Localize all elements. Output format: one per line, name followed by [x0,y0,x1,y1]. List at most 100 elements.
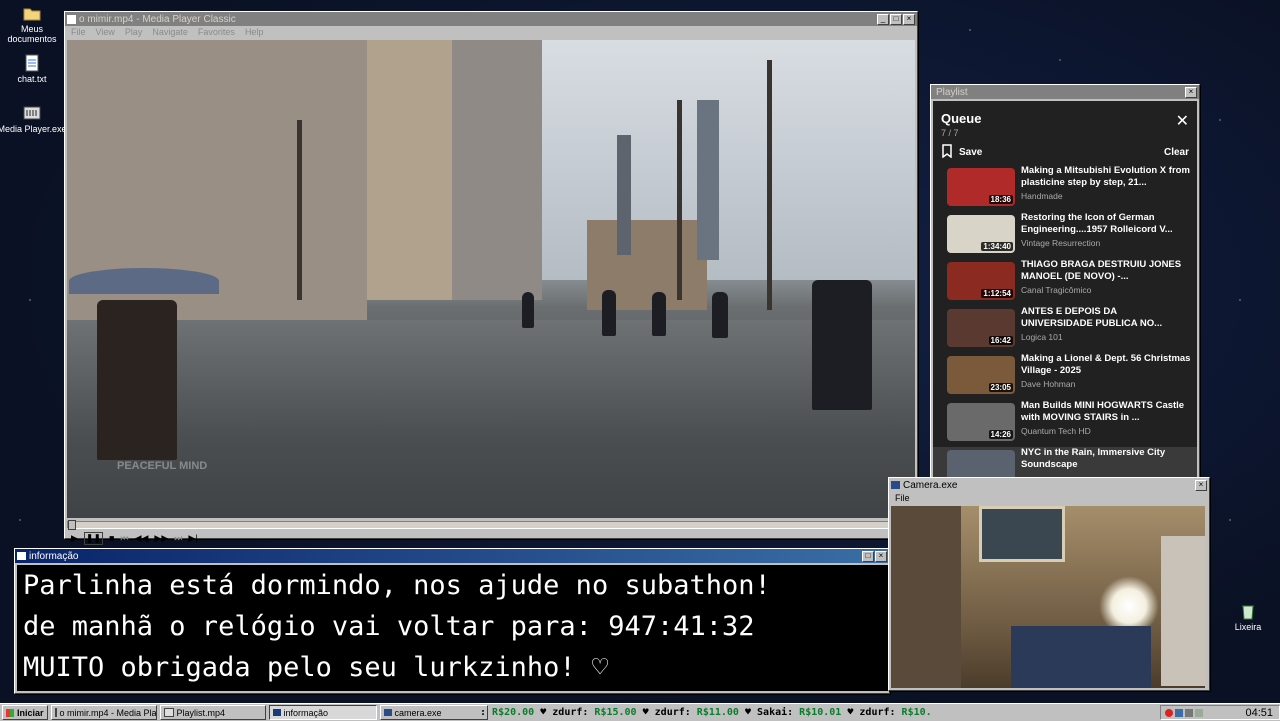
desktop-icon-label: chat.txt [17,74,47,84]
camera-app-icon [891,481,900,489]
taskbar-task-active[interactable]: informação [268,705,377,720]
menu-favorites[interactable]: Favorites [198,27,235,37]
tray-app-icon[interactable] [1195,708,1203,717]
system-tray: 04:51 [1160,705,1280,720]
tray-record-icon[interactable] [1165,708,1173,717]
notepad-icon [23,54,41,72]
camera-curtain [891,506,961,688]
menu-file[interactable]: File [895,493,910,503]
video-person [97,300,177,460]
video-thumbnail: 16:42 [947,309,1015,347]
frame-step-icon[interactable]: ▶| [188,533,197,544]
skip-end-icon[interactable]: ⏭ [174,533,182,544]
queue-item-current[interactable]: NYC in the Rain, Immersive City Soundsca… [933,447,1197,478]
video-frame[interactable]: PEACEFUL MIND [67,40,915,518]
video-umbrella [69,268,219,294]
video-person [812,280,872,410]
camera-window-pane [979,506,1065,562]
close-icon[interactable]: ✕ [1176,111,1189,131]
clock[interactable]: 04:51 [1245,707,1273,719]
queue-item[interactable]: 1:12:54 THIAGO BRAGA DESTRUIU JONES MANO… [933,259,1197,306]
menu-file[interactable]: File [71,27,86,37]
skip-start-icon[interactable]: ⏮ [120,533,128,544]
video-thumbnail: 1:34:40 [947,215,1015,253]
video-building [67,40,367,340]
tray-network-icon[interactable] [1175,708,1183,717]
desktop-icon-media-player[interactable]: Media Player.exe [0,104,67,134]
ticker-donor: ♥ zdurf: [540,707,595,718]
close-button[interactable]: × [875,550,887,562]
close-button[interactable]: × [1195,479,1207,491]
seek-bar[interactable] [67,520,917,530]
info-window[interactable]: informação □ × Parlinha está dormindo, n… [14,548,891,694]
media-player-window[interactable]: o mimir.mp4 - Media Player Classic _ □ ×… [64,11,918,545]
queue-item[interactable]: 18:36 Making a Mitsubishi Evolution X fr… [933,165,1197,212]
queue-item-channel: Vintage Resurrection [1021,238,1101,248]
play-icon[interactable]: ▶ [71,533,78,544]
queue-panel: Queue 7 / 7 ✕ Save Clear 18:36 Making a … [933,101,1197,478]
taskbar-task[interactable]: camera.exe [379,705,488,720]
camera-cabinet [1161,536,1205,686]
taskbar-task[interactable]: o mimir.mp4 - Media Playe... [50,705,157,720]
window-title: o mimir.mp4 - Media Player Classic [79,13,236,25]
camera-titlebar[interactable]: Camera.exe × [889,478,1209,492]
queue-count: 7 / 7 [941,128,959,138]
video-thumbnail: 1:12:54 [947,262,1015,300]
camera-feed [891,506,1205,688]
taskbar-task[interactable]: Playlist.mp4 [159,705,266,720]
taskbar-task-label: o mimir.mp4 - Media Playe... [59,707,157,718]
maximize-button[interactable]: □ [862,550,874,562]
desktop-icon-chat[interactable]: chat.txt [0,54,67,84]
save-label: Save [959,147,983,158]
desktop-icon-label: Lixeira [1234,622,1262,632]
duration-badge: 16:42 [988,336,1013,345]
folder-icon [23,4,41,22]
duration-badge: 18:36 [988,195,1013,204]
ticker-entry: : R$20.00 [480,707,534,718]
media-player-titlebar[interactable]: o mimir.mp4 - Media Player Classic _ □ × [65,12,917,26]
menu-view[interactable]: View [96,27,115,37]
camera-window[interactable]: Camera.exe × File [888,477,1210,691]
start-button[interactable]: Iniciar [2,705,48,720]
close-button[interactable]: × [903,13,915,25]
fast-forward-icon[interactable]: ▶▶ [154,533,168,544]
video-building [452,40,542,300]
close-button[interactable]: × [1185,86,1197,98]
tray-icons [1165,708,1203,717]
info-icon [272,709,281,716]
video-person [522,292,534,328]
desktop-icon-recycle-bin[interactable]: Lixeira [1213,602,1280,632]
queue-item-title: THIAGO BRAGA DESTRUIU JONES MANOEL (DE N… [1021,259,1182,282]
menu-help[interactable]: Help [245,27,264,37]
tray-volume-icon[interactable] [1185,708,1193,717]
clear-button[interactable]: Clear [1164,147,1189,158]
bookmark-icon [941,144,953,161]
minimize-button[interactable]: _ [877,13,889,25]
queue-item[interactable]: 16:42 ANTES E DEPOIS DA UNIVERSIDADE PUB… [933,306,1197,353]
info-line: MUITO obrigada pelo seu lurkzinho! ♡ [23,652,609,683]
ticker-amount: R$15.00 [594,707,637,718]
queue-item[interactable]: 23:05 Making a Lionel & Dept. 56 Christm… [933,353,1197,400]
pause-icon[interactable]: ❚❚ [83,531,104,545]
queue-item-title: Making a Lionel & Dept. 56 Christmas Vil… [1021,353,1191,376]
window-title: Playlist [936,86,968,98]
queue-item-channel: Dave Hohman [1021,379,1076,389]
stop-icon[interactable]: ■ [109,533,114,543]
video-tree [297,120,302,300]
playlist-titlebar[interactable]: Playlist × [931,85,1199,99]
rewind-icon[interactable]: ◀◀ [135,533,149,544]
menu-play[interactable]: Play [125,27,143,37]
ticker-donor: ♥ Sakai: [744,707,800,718]
ticker-donor: ♥ zdurf: [642,707,697,718]
seek-thumb[interactable] [68,520,76,530]
queue-item[interactable]: 14:26 Man Builds MINI HOGWARTS Castle wi… [933,400,1197,447]
info-titlebar[interactable]: informação □ × [15,549,889,563]
maximize-button[interactable]: □ [890,13,902,25]
menu-navigate[interactable]: Navigate [152,27,188,37]
save-button[interactable]: Save [941,144,982,161]
desktop-icon-documents[interactable]: Meus documentos [0,4,67,44]
queue-item-channel: Canal Tragicômico [1021,285,1092,295]
playlist-window[interactable]: Playlist × Queue 7 / 7 ✕ Save Clear 18:3… [930,84,1200,481]
queue-item[interactable]: 1:34:40 Restoring the Icon of German Eng… [933,212,1197,259]
video-thumbnail: 18:36 [947,168,1015,206]
